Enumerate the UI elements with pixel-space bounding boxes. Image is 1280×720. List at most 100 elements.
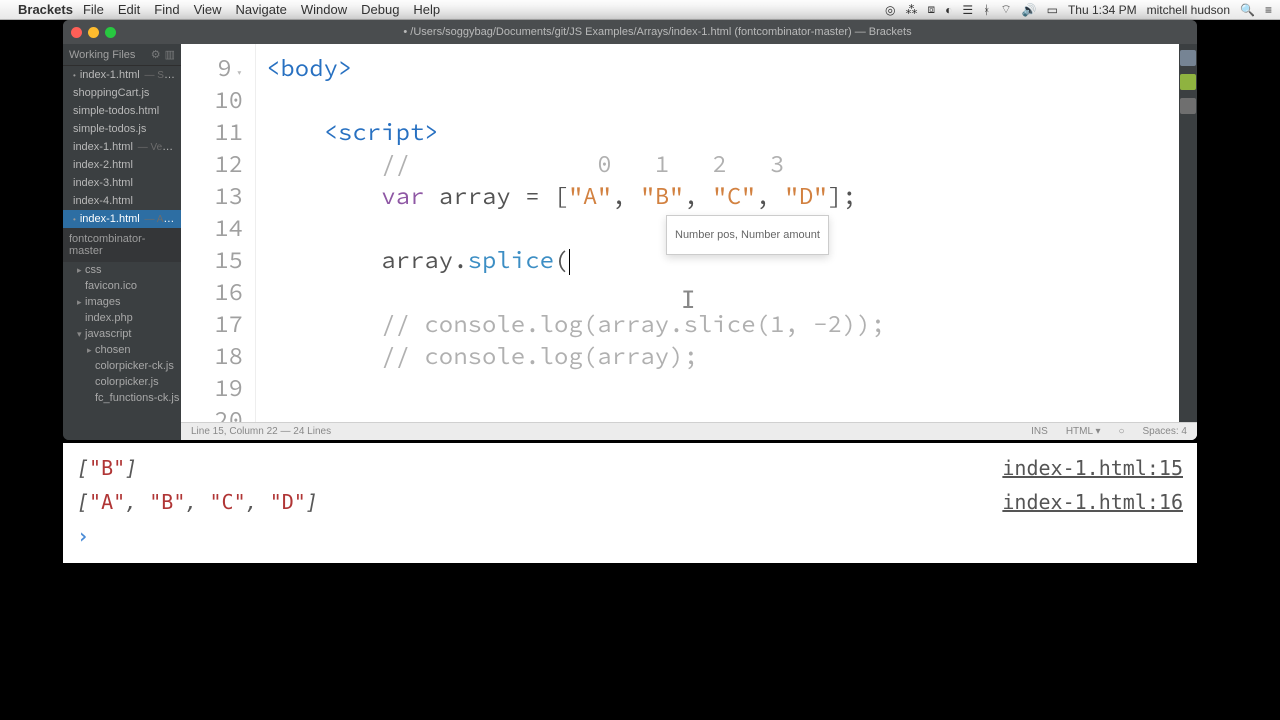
- line-number: 14: [181, 212, 243, 244]
- console-prompt-icon[interactable]: ›: [77, 524, 89, 548]
- working-file-item[interactable]: index-1.html — Arrays: [63, 210, 181, 228]
- working-file-item[interactable]: index-1.html — Veloci: [63, 138, 181, 156]
- close-button[interactable]: [71, 27, 82, 38]
- tree-item[interactable]: ▾javascript: [63, 326, 181, 342]
- code-lines[interactable]: <body> <script> // 0 1 2 3 var array = […: [256, 44, 1197, 422]
- live-preview-icon[interactable]: [1180, 50, 1196, 66]
- console-output-row: ["A", "B", "C", "D"]index-1.html:16: [77, 485, 1183, 519]
- line-number: 13: [181, 180, 243, 212]
- menu-find[interactable]: Find: [154, 2, 179, 17]
- split-icon[interactable]: ▥: [165, 48, 175, 61]
- line-number: 15: [181, 244, 243, 276]
- menubar-right: ◎ ⁂ ⧈ ◐ ☰ ᚼ ⌔ 🔊 ▭ Thu 1:34 PM mitchell h…: [885, 2, 1272, 17]
- working-file-item[interactable]: simple-todos.js: [63, 120, 181, 138]
- letterbox-bottom: [0, 563, 1280, 720]
- indent-setting[interactable]: Spaces: 4: [1143, 426, 1187, 437]
- tree-item[interactable]: colorpicker-ck.js: [63, 358, 181, 374]
- traffic-lights: [71, 27, 116, 38]
- gear-icon[interactable]: ⚙: [151, 48, 161, 61]
- line-number: 19: [181, 372, 243, 404]
- line-number: 17: [181, 308, 243, 340]
- volume-icon[interactable]: 🔊: [1022, 3, 1037, 17]
- minimize-button[interactable]: [88, 27, 99, 38]
- code-line[interactable]: <script>: [266, 116, 1197, 148]
- line-number: 11: [181, 116, 243, 148]
- status-icon[interactable]: ◎: [885, 3, 895, 17]
- tree-item[interactable]: index.php: [63, 310, 181, 326]
- working-files-label: Working Files: [69, 49, 135, 61]
- menu-navigate[interactable]: Navigate: [236, 2, 287, 17]
- devtools-console[interactable]: ["B"]index-1.html:15["A", "B", "C", "D"]…: [63, 443, 1197, 563]
- console-source-link[interactable]: index-1.html:15: [1002, 456, 1183, 480]
- working-files-header[interactable]: Working Files ⚙ ▥: [63, 44, 181, 66]
- menu-edit[interactable]: Edit: [118, 2, 140, 17]
- text-caret: [569, 249, 570, 275]
- status-icon[interactable]: ◐: [945, 3, 952, 17]
- editor-pane: 91011121314151617181920 <body> <script> …: [181, 44, 1197, 440]
- working-files-list: index-1.html — ShoppshoppingCart.jssimpl…: [63, 66, 181, 228]
- insert-mode[interactable]: INS: [1031, 426, 1048, 437]
- brackets-window: • /Users/soggybag/Documents/git/JS Examp…: [63, 20, 1197, 440]
- code-line[interactable]: var array = ["A", "B", "C", "D"];: [266, 180, 1197, 212]
- menu-debug[interactable]: Debug: [361, 2, 399, 17]
- dropbox-icon[interactable]: ⧈: [928, 2, 936, 17]
- parameter-hint-tooltip: Number pos, Number amount: [666, 215, 829, 255]
- file-tree: ▸cssfavicon.ico▸imagesindex.php▾javascri…: [63, 262, 181, 406]
- code-line[interactable]: [266, 276, 1197, 308]
- cursor-position[interactable]: Line 15, Column 22 — 24 Lines: [191, 426, 331, 437]
- tree-item[interactable]: ▸css: [63, 262, 181, 278]
- working-file-item[interactable]: shoppingCart.js: [63, 84, 181, 102]
- sidebar: Working Files ⚙ ▥ index-1.html — Shoppsho…: [63, 44, 181, 440]
- working-file-item[interactable]: index-2.html: [63, 156, 181, 174]
- clock[interactable]: Thu 1:34 PM: [1068, 3, 1137, 17]
- menu-view[interactable]: View: [194, 2, 222, 17]
- tree-item[interactable]: favicon.ico: [63, 278, 181, 294]
- code-area[interactable]: 91011121314151617181920 <body> <script> …: [181, 44, 1197, 422]
- status-icon[interactable]: ⁂: [906, 3, 918, 17]
- extension-icon[interactable]: [1180, 98, 1196, 114]
- zoom-button[interactable]: [105, 27, 116, 38]
- text-cursor-icon: I: [681, 284, 695, 316]
- extension-rail: [1179, 44, 1197, 422]
- spotlight-icon[interactable]: 🔍: [1240, 3, 1255, 17]
- language-mode[interactable]: HTML ▾: [1066, 426, 1101, 437]
- code-line[interactable]: [266, 372, 1197, 404]
- tree-item[interactable]: colorpicker.js: [63, 374, 181, 390]
- code-line[interactable]: // console.log(array);: [266, 340, 1197, 372]
- notifications-icon[interactable]: ≡: [1265, 3, 1272, 17]
- tree-item[interactable]: ▸images: [63, 294, 181, 310]
- app-name[interactable]: Brackets: [18, 2, 73, 17]
- battery-icon[interactable]: ▭: [1047, 3, 1058, 17]
- status-icon[interactable]: ☰: [962, 3, 973, 17]
- line-number: 12: [181, 148, 243, 180]
- code-line[interactable]: <body>: [266, 52, 1197, 84]
- line-number: 10: [181, 84, 243, 116]
- code-line[interactable]: [266, 84, 1197, 116]
- tree-item[interactable]: ▸chosen: [63, 342, 181, 358]
- console-source-link[interactable]: index-1.html:16: [1002, 490, 1183, 514]
- window-title: • /Users/soggybag/Documents/git/JS Examp…: [126, 26, 1189, 38]
- project-root[interactable]: fontcombinator-master: [63, 228, 181, 262]
- line-number: 18: [181, 340, 243, 372]
- code-line[interactable]: [266, 404, 1197, 422]
- bluetooth-icon[interactable]: ᚼ: [983, 3, 990, 17]
- working-file-item[interactable]: simple-todos.html: [63, 102, 181, 120]
- extension-icon[interactable]: [1180, 74, 1196, 90]
- menu-help[interactable]: Help: [413, 2, 440, 17]
- lint-status-icon[interactable]: ○: [1118, 426, 1124, 437]
- user-name[interactable]: mitchell hudson: [1147, 3, 1230, 17]
- working-file-item[interactable]: index-4.html: [63, 192, 181, 210]
- wifi-icon[interactable]: ⌔: [1000, 2, 1011, 17]
- console-output-row: ["B"]index-1.html:15: [77, 451, 1183, 485]
- code-line[interactable]: // 0 1 2 3: [266, 148, 1197, 180]
- line-number: 9: [181, 52, 243, 84]
- code-line[interactable]: // console.log(array.slice(1, -2));: [266, 308, 1197, 340]
- tree-item[interactable]: fc_functions-ck.js: [63, 390, 181, 406]
- line-gutter: 91011121314151617181920: [181, 44, 256, 422]
- working-file-item[interactable]: index-1.html — Shopp: [63, 66, 181, 84]
- menu-file[interactable]: File: [83, 2, 104, 17]
- status-bar: Line 15, Column 22 — 24 Lines INS HTML ▾…: [181, 422, 1197, 440]
- menu-window[interactable]: Window: [301, 2, 347, 17]
- working-file-item[interactable]: index-3.html: [63, 174, 181, 192]
- macos-menubar: Brackets File Edit Find View Navigate Wi…: [0, 0, 1280, 20]
